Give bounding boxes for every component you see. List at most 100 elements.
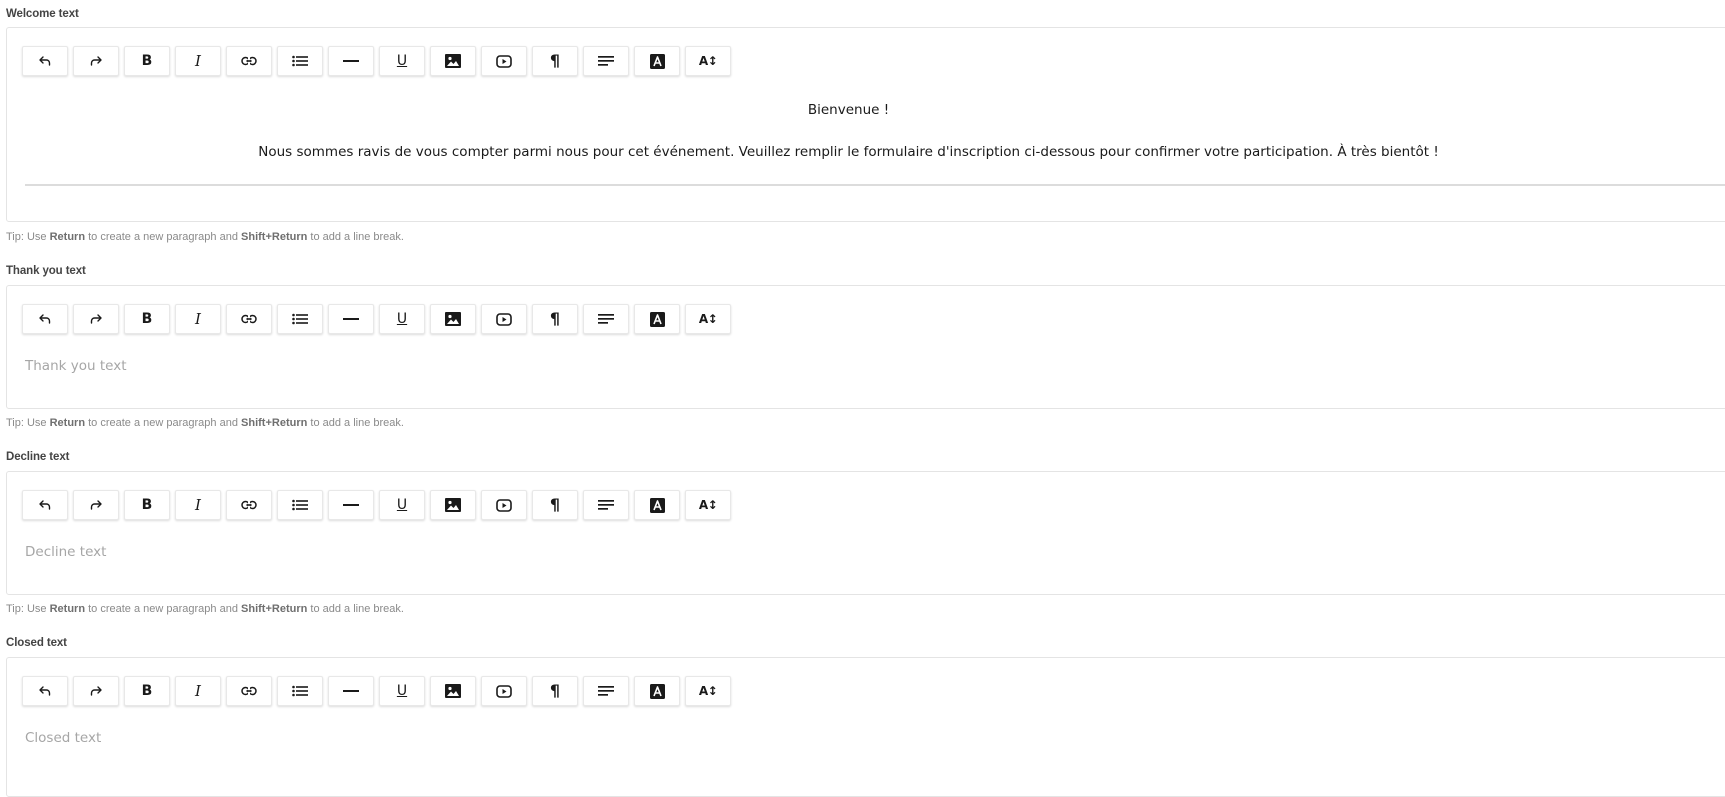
italic-button[interactable]: I bbox=[175, 46, 221, 76]
bullet-list-icon bbox=[292, 313, 308, 325]
closed-placeholder[interactable]: Closed text bbox=[25, 730, 101, 746]
video-button[interactable] bbox=[481, 46, 527, 76]
redo-button[interactable] bbox=[73, 304, 119, 334]
tip-middle: to create a new paragraph and bbox=[85, 603, 242, 615]
welcome-paragraph[interactable]: Nous sommes ravis de vous compter parmi … bbox=[7, 144, 1690, 160]
welcome-text-editor[interactable]: B I U ¶ A↕ Bienvenue ! Nous sommes ravis de … bbox=[6, 27, 1725, 222]
bullet-list-button[interactable] bbox=[277, 676, 323, 706]
thank-you-text-editor[interactable]: B I U ¶ A↕ Thank you text bbox=[6, 285, 1725, 409]
video-button[interactable] bbox=[481, 676, 527, 706]
link-button[interactable] bbox=[226, 676, 272, 706]
video-icon bbox=[496, 54, 512, 68]
decline-toolbar: B I U ¶ A↕ bbox=[22, 490, 731, 520]
undo-button[interactable] bbox=[22, 490, 68, 520]
redo-button[interactable] bbox=[73, 490, 119, 520]
link-button[interactable] bbox=[226, 304, 272, 334]
bold-button[interactable]: B bbox=[124, 676, 170, 706]
redo-icon bbox=[89, 498, 103, 512]
redo-icon bbox=[89, 54, 103, 68]
video-button[interactable] bbox=[481, 304, 527, 334]
horizontal-rule-button[interactable] bbox=[328, 676, 374, 706]
image-icon bbox=[445, 54, 461, 68]
tip-key-return: Return bbox=[49, 603, 86, 615]
italic-icon: I bbox=[195, 681, 201, 700]
redo-button[interactable] bbox=[73, 46, 119, 76]
bullet-list-button[interactable] bbox=[277, 304, 323, 334]
font-size-button[interactable]: A↕ bbox=[685, 490, 731, 520]
underline-button[interactable]: U bbox=[379, 676, 425, 706]
paragraph-button[interactable]: ¶ bbox=[532, 304, 578, 334]
bullet-list-button[interactable] bbox=[277, 46, 323, 76]
image-button[interactable] bbox=[430, 676, 476, 706]
decline-placeholder[interactable]: Decline text bbox=[25, 544, 106, 560]
bold-icon: B bbox=[141, 53, 153, 69]
undo-button[interactable] bbox=[22, 46, 68, 76]
bullet-list-icon bbox=[292, 55, 308, 67]
text-color-button[interactable] bbox=[634, 676, 680, 706]
text-color-button[interactable] bbox=[634, 46, 680, 76]
tip-key-shift-return: Shift+Return bbox=[241, 417, 308, 429]
underline-button[interactable]: U bbox=[379, 304, 425, 334]
image-icon bbox=[445, 312, 461, 326]
paragraph-button[interactable]: ¶ bbox=[532, 46, 578, 76]
underline-button[interactable]: U bbox=[379, 490, 425, 520]
image-button[interactable] bbox=[430, 46, 476, 76]
welcome-heading-line[interactable]: Bienvenue ! bbox=[7, 102, 1690, 118]
horizontal-rule-icon bbox=[343, 503, 359, 507]
font-size-button[interactable]: A↕ bbox=[685, 676, 731, 706]
font-size-icon: A↕ bbox=[698, 312, 718, 326]
bold-button[interactable]: B bbox=[124, 46, 170, 76]
image-button[interactable] bbox=[430, 304, 476, 334]
horizontal-rule-button[interactable] bbox=[328, 304, 374, 334]
align-button[interactable] bbox=[583, 46, 629, 76]
italic-button[interactable]: I bbox=[175, 490, 221, 520]
thank-you-placeholder[interactable]: Thank you text bbox=[25, 358, 126, 374]
link-button[interactable] bbox=[226, 46, 272, 76]
font-size-button[interactable]: A↕ bbox=[685, 304, 731, 334]
paragraph-button[interactable]: ¶ bbox=[532, 676, 578, 706]
tip-key-return: Return bbox=[49, 231, 86, 243]
thank-you-text-label: Thank you text bbox=[6, 265, 86, 277]
redo-button[interactable] bbox=[73, 676, 119, 706]
video-button[interactable] bbox=[481, 490, 527, 520]
image-button[interactable] bbox=[430, 490, 476, 520]
align-icon bbox=[598, 313, 614, 325]
welcome-text-label: Welcome text bbox=[6, 8, 79, 20]
font-size-button[interactable]: A↕ bbox=[685, 46, 731, 76]
undo-button[interactable] bbox=[22, 676, 68, 706]
undo-button[interactable] bbox=[22, 304, 68, 334]
underline-button[interactable]: U bbox=[379, 46, 425, 76]
align-button[interactable] bbox=[583, 676, 629, 706]
link-button[interactable] bbox=[226, 490, 272, 520]
tip-prefix: Tip: Use bbox=[6, 603, 50, 615]
closed-text-editor[interactable]: B I U ¶ A↕ Closed text bbox=[6, 657, 1725, 797]
thank-you-toolbar: B I U ¶ A↕ bbox=[22, 304, 731, 334]
font-size-icon: A↕ bbox=[698, 54, 718, 68]
align-button[interactable] bbox=[583, 304, 629, 334]
decline-text-editor[interactable]: B I U ¶ A↕ Decline text bbox=[6, 471, 1725, 595]
text-color-button[interactable] bbox=[634, 490, 680, 520]
paragraph-button[interactable]: ¶ bbox=[532, 490, 578, 520]
redo-icon bbox=[89, 312, 103, 326]
welcome-tip: Tip: Use Return to create a new paragrap… bbox=[6, 231, 404, 243]
image-icon bbox=[445, 684, 461, 698]
video-icon bbox=[496, 312, 512, 326]
tip-middle: to create a new paragraph and bbox=[85, 231, 242, 243]
tip-middle: to create a new paragraph and bbox=[85, 417, 242, 429]
decline-text-label: Decline text bbox=[6, 451, 70, 463]
undo-icon bbox=[38, 684, 52, 698]
italic-button[interactable]: I bbox=[175, 304, 221, 334]
tip-prefix: Tip: Use bbox=[6, 231, 50, 243]
horizontal-rule-button[interactable] bbox=[328, 490, 374, 520]
text-color-button[interactable] bbox=[634, 304, 680, 334]
bold-button[interactable]: B bbox=[124, 304, 170, 334]
horizontal-rule-button[interactable] bbox=[328, 46, 374, 76]
bold-icon: B bbox=[141, 497, 153, 513]
align-button[interactable] bbox=[583, 490, 629, 520]
paragraph-icon: ¶ bbox=[549, 681, 561, 700]
undo-icon bbox=[38, 54, 52, 68]
bold-button[interactable]: B bbox=[124, 490, 170, 520]
paragraph-icon: ¶ bbox=[549, 51, 561, 70]
italic-button[interactable]: I bbox=[175, 676, 221, 706]
bullet-list-button[interactable] bbox=[277, 490, 323, 520]
